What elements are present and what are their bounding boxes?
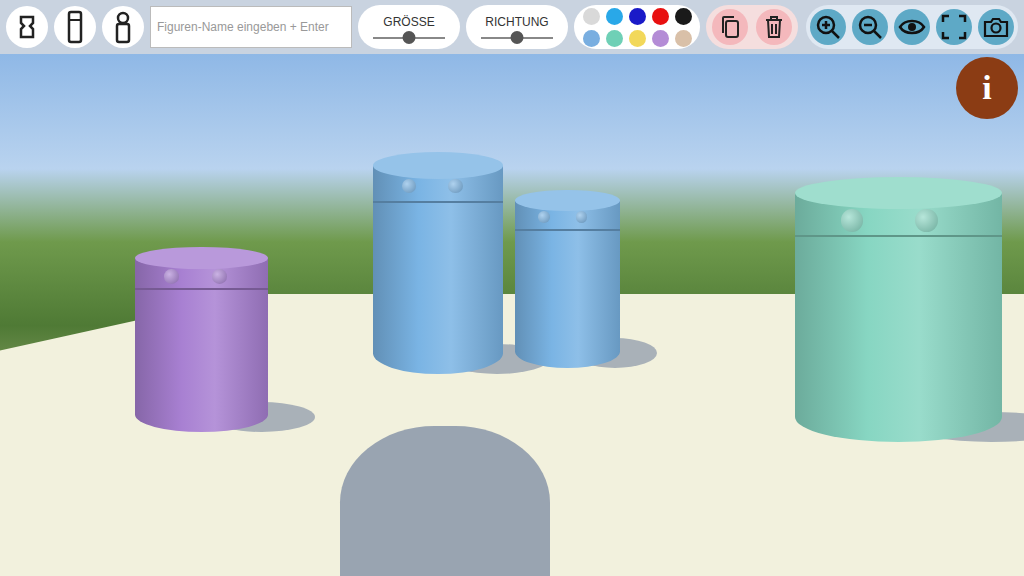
slider[interactable]: RICHTUNG <box>466 5 568 49</box>
color-swatch[interactable] <box>583 30 600 47</box>
zoom-out-icon <box>857 14 883 40</box>
view-button[interactable] <box>894 9 930 45</box>
copy-button[interactable] <box>712 9 748 45</box>
zoom-in-icon <box>815 14 841 40</box>
figure-eye <box>448 179 462 193</box>
small-figure-icon <box>16 14 38 40</box>
color-swatch[interactable] <box>652 30 669 47</box>
head-figure-icon <box>112 10 134 44</box>
figure-eye <box>164 269 179 284</box>
app: GRÖSSE RICHTUNG i <box>0 0 1024 576</box>
figure-button-small[interactable] <box>6 6 48 48</box>
edit-group <box>706 5 798 49</box>
color-swatch[interactable] <box>629 8 646 25</box>
figure[interactable] <box>135 247 268 432</box>
slider-knob[interactable] <box>403 31 416 44</box>
slider-knob[interactable] <box>511 31 524 44</box>
color-swatch[interactable] <box>629 30 646 47</box>
color-swatch[interactable] <box>606 8 623 25</box>
figure-button-head[interactable] <box>102 6 144 48</box>
toolbar: GRÖSSE RICHTUNG <box>0 0 1024 54</box>
zoom-in-button[interactable] <box>810 9 846 45</box>
figure-button-tall[interactable] <box>54 6 96 48</box>
figure[interactable] <box>373 152 503 374</box>
screenshot-button[interactable] <box>978 9 1014 45</box>
copy-icon <box>718 14 742 40</box>
fullscreen-button[interactable] <box>936 9 972 45</box>
view-group <box>806 5 1018 49</box>
figure[interactable] <box>795 177 1002 442</box>
slider-track[interactable] <box>373 37 445 39</box>
color-swatch[interactable] <box>606 30 623 47</box>
info-button[interactable]: i <box>956 57 1018 119</box>
shadow <box>340 426 550 576</box>
eye-icon <box>898 17 926 37</box>
color-swatch[interactable] <box>583 8 600 25</box>
figure-eye <box>915 209 938 232</box>
slider[interactable]: GRÖSSE <box>358 5 460 49</box>
trash-icon <box>762 14 786 40</box>
figure-eye <box>212 269 227 284</box>
figure-eye <box>538 211 550 223</box>
frame-icon <box>941 14 967 40</box>
color-palette <box>574 5 700 49</box>
zoom-out-button[interactable] <box>852 9 888 45</box>
scene-3d[interactable]: i <box>0 54 1024 576</box>
tall-figure-icon <box>64 10 86 44</box>
slider-label: RICHTUNG <box>485 15 548 29</box>
color-swatch[interactable] <box>675 30 692 47</box>
color-swatch[interactable] <box>675 8 692 25</box>
figure-eye <box>402 179 416 193</box>
color-swatch[interactable] <box>652 8 669 25</box>
delete-button[interactable] <box>756 9 792 45</box>
figure-eye <box>841 209 864 232</box>
camera-icon <box>983 15 1009 39</box>
figure[interactable] <box>515 190 620 368</box>
slider-track[interactable] <box>481 37 553 39</box>
figure-name-input[interactable] <box>150 6 352 48</box>
slider-label: GRÖSSE <box>383 15 434 29</box>
